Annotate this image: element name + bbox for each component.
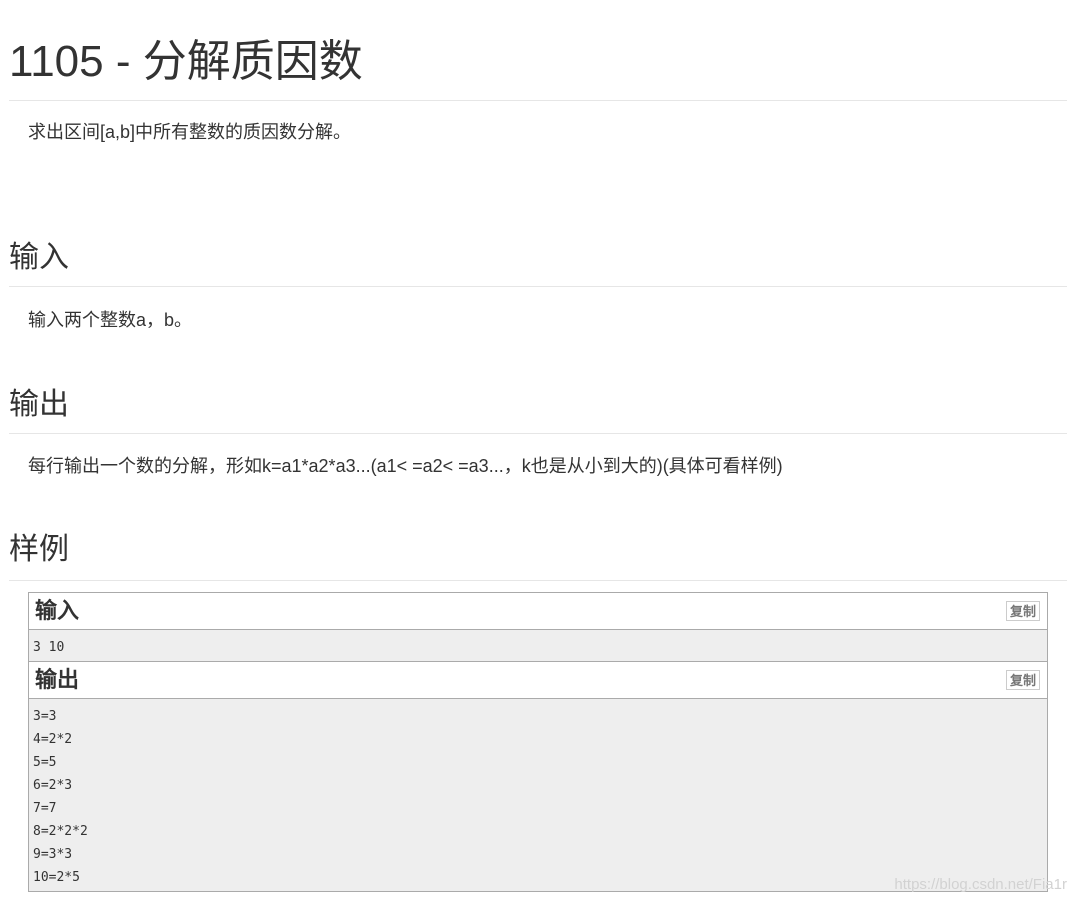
problem-description: 求出区间[a,b]中所有整数的质因数分解。: [28, 122, 352, 142]
sample-input-label: 输入: [35, 598, 80, 623]
sample-input-line: 3 10: [33, 640, 65, 655]
copy-input-button[interactable]: 复制: [1005, 601, 1040, 621]
sample-output-line: 8=2*2*2: [33, 824, 88, 839]
problem-title: 1105 - 分解质因数: [9, 37, 363, 86]
sample-output-line: 9=3*3: [33, 847, 73, 862]
output-description: 每行输出一个数的分解，形如k=a1*a2*a3...(a1< =a2< =a3.…: [28, 456, 783, 476]
watermark: https://blog.csdn.net/Fia1r: [894, 876, 1067, 893]
sample-output-box: 输出 复制 3=3 4=2*2 5=5 6=2*3 7=7 8=2*2*2 9=3*3 10=…: [28, 661, 1048, 892]
output-divider: [9, 433, 1067, 434]
sample-output-line: 3=3: [33, 709, 57, 724]
output-heading: 输出: [9, 388, 69, 421]
sample-divider: [9, 580, 1067, 581]
sample-input-content: 3 10: [29, 630, 1047, 663]
sample-input-box: 输入 复制 3 10: [28, 592, 1048, 662]
sample-output-line: 6=2*3: [33, 778, 73, 793]
title-divider: [9, 100, 1067, 101]
sample-output-line: 10=2*5: [33, 870, 80, 885]
sample-heading: 样例: [9, 533, 69, 566]
sample-output-content: 3=3 4=2*2 5=5 6=2*3 7=7 8=2*2*2 9=3*3 10=2*5: [29, 699, 1047, 893]
sample-output-header: 输出 复制: [29, 662, 1047, 699]
sample-output-label: 输出: [35, 667, 80, 692]
sample-output-line: 5=5: [33, 755, 57, 770]
input-heading: 输入: [9, 241, 69, 274]
sample-output-line: 7=7: [33, 801, 57, 816]
problem-page: 1105 - 分解质因数 求出区间[a,b]中所有整数的质因数分解。 输入 输入…: [0, 0, 1076, 908]
sample-output-line: 4=2*2: [33, 732, 73, 747]
input-divider: [9, 286, 1067, 287]
sample-input-header: 输入 复制: [29, 593, 1047, 630]
input-description: 输入两个整数a，b。: [28, 310, 193, 330]
copy-output-button[interactable]: 复制: [1005, 670, 1040, 690]
